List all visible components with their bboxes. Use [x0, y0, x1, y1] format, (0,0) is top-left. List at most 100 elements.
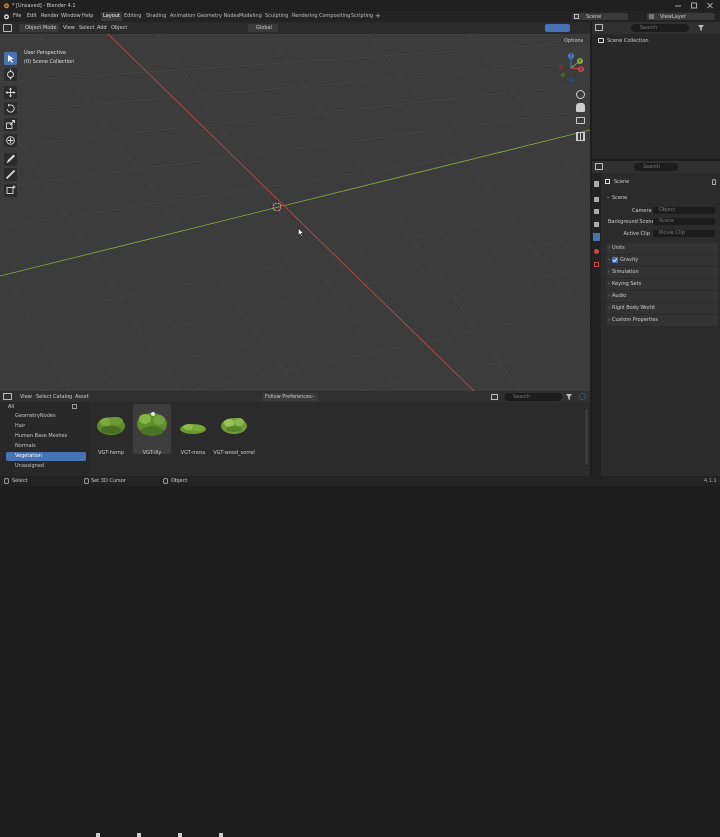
zoom-icon[interactable]	[576, 90, 585, 99]
asset-scrollbar[interactable]	[585, 409, 588, 465]
asset-menu-select[interactable]: Select	[36, 394, 51, 400]
properties-editor-type-icon[interactable]	[595, 163, 603, 170]
pan-hand-icon[interactable]	[576, 103, 585, 112]
asset-menu-view[interactable]: View	[20, 394, 32, 400]
gravity-panel[interactable]: › Gravity	[606, 255, 718, 266]
properties-search-input[interactable]: Search	[634, 163, 678, 171]
asset-library-selector[interactable]: Follow Preferences ⌄	[262, 393, 318, 401]
catalog-hair[interactable]: Hair	[12, 422, 92, 431]
scene-panel-chevron[interactable]: ⌄	[606, 194, 610, 200]
asset-filter-icon[interactable]	[566, 394, 572, 402]
catalog-geometrynodes[interactable]: GeometryNodes	[12, 412, 92, 421]
add-cube-tool[interactable]	[4, 184, 17, 197]
asset-menu-asset[interactable]: Asset	[75, 394, 89, 400]
asset-settings-gear-icon[interactable]	[579, 393, 586, 400]
units-panel-label: Units	[612, 245, 625, 251]
outliner-root-label[interactable]: Scene Collection	[607, 38, 649, 44]
asset-vgt-lily[interactable]	[133, 404, 171, 454]
minimize-button[interactable]	[674, 2, 682, 9]
rigid-body-world-panel[interactable]: › Rigid Body World	[606, 303, 718, 314]
cursor-tool[interactable]	[4, 68, 17, 81]
status-set-3d-cursor: Set 3D Cursor	[91, 478, 126, 484]
3d-viewport[interactable]: Object Mode View Select Add Object Globa…	[0, 22, 590, 391]
asset-vgt-hemp[interactable]	[92, 404, 130, 454]
new-catalog-icon[interactable]	[72, 404, 77, 409]
viewport-shading-solid-icon[interactable]	[545, 24, 570, 32]
rotate-tool[interactable]	[4, 102, 17, 115]
tab-animation[interactable]: Animation	[168, 12, 198, 21]
close-button[interactable]	[706, 2, 714, 9]
transform-orientation-selector[interactable]: Global	[248, 24, 278, 32]
tab-shading[interactable]: Shading	[144, 12, 168, 21]
tab-editing[interactable]: Editing	[122, 12, 143, 21]
collection-tab-icon[interactable]	[594, 262, 599, 267]
scale-tool[interactable]	[4, 118, 17, 131]
catalog-human-base-meshes[interactable]: Human Base Meshes	[12, 432, 92, 441]
orthographic-toggle-icon[interactable]	[576, 132, 585, 141]
outliner-search-input[interactable]: Search	[631, 24, 689, 32]
navigation-gizmo[interactable]: X Y Z	[555, 52, 587, 84]
menu-render[interactable]: Render	[41, 13, 59, 20]
menu-window[interactable]: Window	[61, 13, 81, 20]
select-box-tool[interactable]	[4, 52, 17, 65]
filter-icon[interactable]	[698, 25, 704, 33]
catalog-unassigned[interactable]: Unassigned	[12, 462, 92, 471]
tab-compositing[interactable]: Compositing	[317, 12, 352, 21]
editor-type-icon[interactable]	[3, 24, 12, 32]
audio-panel[interactable]: › Audio	[606, 291, 718, 302]
menu-file[interactable]: File	[13, 13, 21, 20]
world-tab-icon[interactable]	[594, 249, 599, 254]
mode-selector[interactable]: Object Mode	[19, 24, 59, 32]
viewport-menu-select[interactable]: Select	[79, 25, 94, 31]
annotate-tool[interactable]	[4, 153, 17, 166]
menu-edit[interactable]: Edit	[27, 13, 37, 20]
catalog-all[interactable]: All	[8, 404, 14, 410]
keying-sets-panel[interactable]: › Keying Sets	[606, 279, 718, 290]
add-workspace-button[interactable]: +	[373, 12, 383, 21]
tab-geometry-nodes[interactable]: Geometry Nodes	[195, 12, 241, 21]
scene-selector[interactable]: Scene	[572, 13, 628, 20]
outliner-editor-type-icon[interactable]	[595, 24, 603, 31]
catalog-normals[interactable]: Normals	[12, 442, 92, 451]
menu-help[interactable]: Help	[82, 13, 93, 20]
catalog-vegetation[interactable]: Vegetation	[6, 452, 86, 461]
tab-rendering[interactable]: Rendering	[290, 12, 320, 21]
viewlayer-selector[interactable]: ViewLayer	[647, 13, 715, 20]
scene-tab-icon[interactable]	[593, 233, 600, 241]
asset-vgt-moss[interactable]	[174, 404, 212, 454]
tab-sculpting[interactable]: Sculpting	[263, 12, 290, 21]
camera-view-icon[interactable]	[576, 117, 585, 124]
camera-field[interactable]: Object	[653, 207, 715, 214]
measure-tool[interactable]	[4, 168, 17, 181]
options-button[interactable]: Options	[562, 37, 588, 45]
simulation-panel[interactable]: › Simulation	[606, 267, 718, 278]
asset-vgt-wood-sorrel[interactable]	[215, 404, 253, 454]
output-tab-icon[interactable]	[594, 209, 599, 214]
display-mode-icon[interactable]	[491, 394, 498, 400]
render-tab-icon[interactable]	[594, 197, 599, 202]
tab-scripting[interactable]: Scripting	[349, 12, 375, 21]
active-clip-field[interactable]: Movie Clip	[653, 230, 715, 237]
blender-menu-icon[interactable]	[3, 13, 10, 22]
tab-modeling[interactable]: Modeling	[237, 12, 264, 21]
custom-properties-panel[interactable]: › Custom Properties	[606, 315, 718, 326]
asset-search-input[interactable]: Search	[504, 393, 562, 401]
gravity-checkbox[interactable]	[612, 257, 618, 263]
view-layer-tab-icon[interactable]	[594, 222, 599, 227]
units-panel[interactable]: › Units	[606, 243, 718, 254]
tab-layout[interactable]: Layout	[101, 12, 122, 21]
keying-sets-panel-label: Keying Sets	[612, 281, 642, 287]
asset-editor-type-icon[interactable]	[3, 393, 12, 400]
pin-icon[interactable]	[712, 179, 716, 185]
gizmo-y-label: Y	[578, 59, 582, 64]
background-scene-field[interactable]: Scene	[653, 218, 715, 225]
move-tool[interactable]	[4, 86, 17, 99]
viewport-menu-view[interactable]: View	[63, 25, 75, 31]
asset-menu-catalog[interactable]: Catalog	[53, 394, 72, 400]
transform-tool[interactable]	[4, 134, 17, 147]
viewport-menu-add[interactable]: Add	[97, 25, 107, 31]
scene-panel-title[interactable]: Scene	[612, 195, 627, 201]
maximize-button[interactable]	[690, 2, 698, 9]
tool-tab-icon[interactable]	[594, 181, 599, 187]
viewport-menu-object[interactable]: Object	[111, 25, 127, 31]
